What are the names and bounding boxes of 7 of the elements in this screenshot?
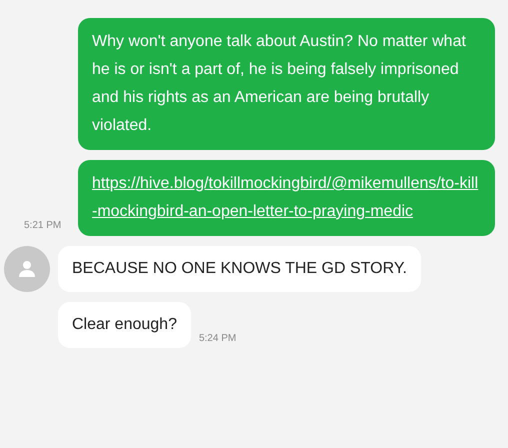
avatar-icon bbox=[4, 246, 50, 292]
message-text: Why won't anyone talk about Austin? No matter what he is or isn't a part of, he is being falsely imprisoned and his rights as an American are being brutally violated. bbox=[92, 33, 466, 134]
message-time: 5:24 PM bbox=[198, 332, 236, 346]
message-time: 5:21 PM bbox=[24, 220, 62, 231]
message-link[interactable]: https://hive.blog/tokillmockingbird/@mikemullens/to-kill-mockingbird-an-open-letter-to-praying-medic bbox=[92, 170, 481, 226]
message-text: BECAUSE NO ONE KNOWS THE GD STORY. bbox=[72, 260, 407, 277]
message-text: Clear enough? bbox=[72, 316, 177, 333]
